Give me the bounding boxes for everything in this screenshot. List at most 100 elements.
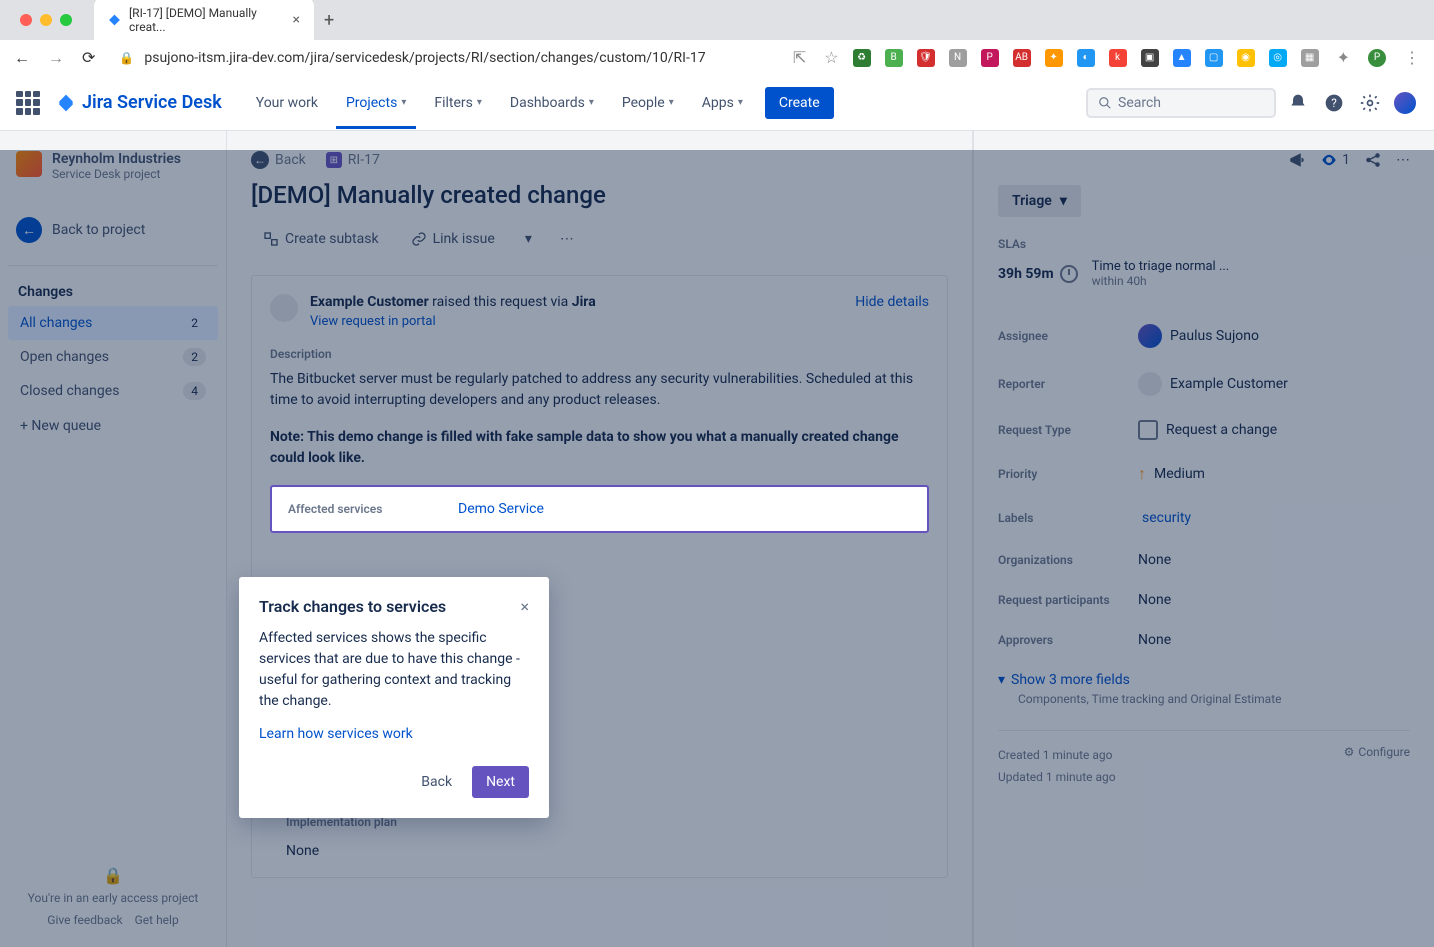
ext-icon[interactable]: N [949,49,967,67]
nav-apps[interactable]: Apps▾ [692,87,753,119]
star-icon[interactable]: ☆ [820,44,842,71]
requester-row: Example Customer raised this request via… [270,294,929,329]
avatar [1138,372,1162,396]
nav-filters[interactable]: Filters▾ [424,87,492,119]
forward-nav-icon[interactable]: → [44,44,68,72]
view-in-portal-link[interactable]: View request in portal [310,314,843,329]
close-window-icon[interactable] [20,14,32,26]
nav-people[interactable]: People▾ [612,87,684,119]
url-bar[interactable]: 🔒 psujono-itsm.jira-dev.com/jira/service… [109,50,778,66]
ext-icon[interactable]: ◉ [1237,49,1255,67]
create-subtask-button[interactable]: Create subtask [251,223,391,255]
priority-field[interactable]: Priority ↑Medium [998,452,1410,496]
ext-icon[interactable]: ▦ [1301,49,1319,67]
requester-avatar [270,294,298,322]
hide-details-link[interactable]: Hide details [855,294,929,310]
sidebar-item-label: All changes [20,315,92,331]
label-tag[interactable]: security [1138,508,1195,528]
labels-field[interactable]: Labels security [998,496,1410,540]
profile-icon[interactable]: P [1368,49,1386,67]
new-tab-button[interactable]: + [324,10,334,31]
sla-description: Time to triage normal ... [1092,259,1230,274]
assignee-field[interactable]: Assignee Paulus Sujono [998,312,1410,360]
window-controls [10,14,82,26]
configure-link[interactable]: ⚙ Configure [1344,745,1410,759]
request-type-field[interactable]: Request Type Request a change [998,408,1410,452]
ext-icon[interactable]: 🛡 [917,49,935,67]
new-queue-button[interactable]: + New queue [8,408,218,444]
ext-icon[interactable]: ◎ [1269,49,1287,67]
back-arrow-icon: ← [251,151,269,169]
participants-field[interactable]: Request participants None [998,580,1410,620]
nav-your-work[interactable]: Your work [246,87,328,119]
ext-icon[interactable]: ◐ [1077,49,1095,67]
back-nav-icon[interactable]: ← [10,44,34,72]
user-avatar[interactable] [1392,90,1418,116]
minimize-window-icon[interactable] [40,14,52,26]
reload-icon[interactable]: ⟳ [78,44,99,71]
issue-title[interactable]: [DEMO] Manually created change [251,181,948,209]
nav-projects[interactable]: Projects▾ [336,77,416,129]
ext-icon[interactable]: ▣ [1141,49,1159,67]
popup-title: Track changes to services [259,597,446,616]
more-actions-button[interactable]: ⋯ [550,223,584,255]
sidebar-item-all-changes[interactable]: All changes 2 [8,306,218,340]
popup-next-button[interactable]: Next [472,766,529,798]
ext-icon[interactable]: AB [1013,49,1031,67]
description-text: The Bitbucket server must be regularly p… [270,369,929,411]
breadcrumb-issue-key[interactable]: ⊞ RI-17 [326,152,380,168]
open-external-icon[interactable]: ⇱ [789,44,810,71]
give-feedback-link[interactable]: Give feedback [47,913,122,927]
extensions-menu-icon[interactable]: ✦ [1333,44,1354,71]
feedback-icon[interactable] [1288,151,1306,169]
ext-icon[interactable]: ✦ [1045,49,1063,67]
lock-icon: 🔒 [119,51,134,65]
share-icon[interactable] [1364,151,1382,169]
search-input[interactable]: Search [1086,88,1276,118]
show-more-fields[interactable]: ▾ Show 3 more fields [998,672,1410,688]
jira-logo[interactable]: Jira Service Desk [56,92,222,113]
content-main: ← Back ⊞ RI-17 [DEMO] Manually created c… [227,131,974,947]
ext-icon[interactable]: k [1109,49,1127,67]
affected-services-field[interactable]: Affected services Demo Service [270,485,929,533]
browser-tab[interactable]: [RI-17] [DEMO] Manually creat... × [94,0,314,42]
breadcrumb: ← Back ⊞ RI-17 [251,151,948,169]
maximize-window-icon[interactable] [60,14,72,26]
organizations-field[interactable]: Organizations None [998,540,1410,580]
ext-icon[interactable]: P [981,49,999,67]
chevron-down-icon: ▾ [669,97,674,108]
implementation-plan-value[interactable]: None [270,843,929,859]
more-icon[interactable]: ⋯ [1396,152,1410,168]
nav-dashboards[interactable]: Dashboards▾ [500,87,604,119]
popup-learn-link[interactable]: Learn how services work [259,726,529,742]
approvers-field[interactable]: Approvers None [998,620,1410,660]
ext-icon[interactable]: ♻ [853,49,871,67]
sidebar-item-closed-changes[interactable]: Closed changes 4 [8,374,218,408]
browser-menu-icon[interactable]: ⋮ [1400,44,1424,71]
change-issue-type-icon: ⊞ [326,152,342,168]
status-button[interactable]: Triage ▾ [998,185,1081,217]
ext-icon[interactable]: B [885,49,903,67]
link-dropdown-button[interactable]: ▾ [515,223,542,255]
back-to-project[interactable]: ← Back to project [8,207,218,253]
settings-icon[interactable] [1356,89,1384,117]
reporter-field[interactable]: Reporter Example Customer [998,360,1410,408]
popup-back-button[interactable]: Back [409,766,464,798]
affected-services-value[interactable]: Demo Service [458,501,544,517]
app-switcher-icon[interactable] [16,91,40,115]
action-row: Create subtask Link issue ▾ ⋯ [251,223,948,255]
subtask-icon [263,231,279,247]
sidebar-item-open-changes[interactable]: Open changes 2 [8,340,218,374]
link-issue-button[interactable]: Link issue [399,223,507,255]
ext-icon[interactable]: ▢ [1205,49,1223,67]
jira-app: Jira Service Desk Your work Projects▾ Fi… [0,75,1434,947]
watchers-button[interactable]: 1 [1320,151,1350,169]
breadcrumb-back[interactable]: ← Back [251,151,306,169]
help-icon[interactable]: ? [1320,89,1348,117]
close-tab-icon[interactable]: × [293,12,300,28]
ext-icon[interactable]: ▲ [1173,49,1191,67]
create-button[interactable]: Create [765,87,834,119]
close-icon[interactable]: × [520,597,529,616]
get-help-link[interactable]: Get help [135,913,179,927]
notifications-icon[interactable] [1284,89,1312,117]
